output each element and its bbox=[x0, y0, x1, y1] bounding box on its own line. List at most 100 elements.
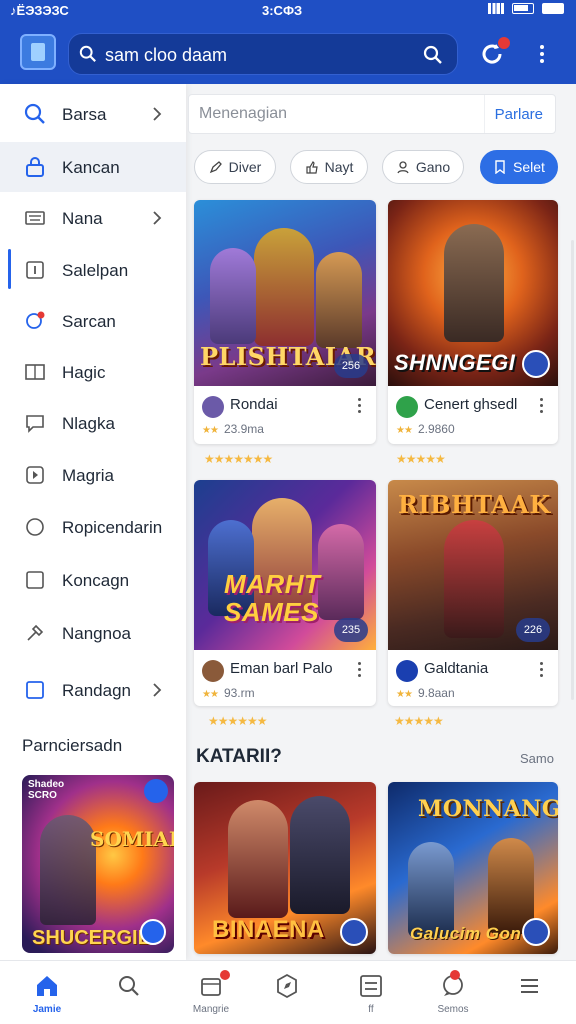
game-card[interactable]: RIBHTAAK 226 Galdtania ★★ 9.8aan bbox=[388, 480, 558, 706]
game-card[interactable]: BINAENA bbox=[194, 782, 376, 954]
keyboard-icon bbox=[25, 211, 45, 225]
sidebar-item-magria[interactable]: Magria bbox=[0, 450, 186, 500]
sidebar-item-sarcan[interactable]: Sarcan bbox=[0, 296, 186, 346]
lock-icon bbox=[26, 157, 44, 177]
signal-icon bbox=[488, 3, 504, 14]
count-badge: 226 bbox=[516, 618, 550, 642]
status-bar: ♪ЁЭЗЭЗС 3:СФЗ bbox=[0, 0, 576, 22]
card-rating: ★★ 9.8aan bbox=[396, 686, 455, 700]
app-logo-icon[interactable] bbox=[20, 34, 56, 70]
game-title: MARHT SAMES bbox=[224, 569, 321, 627]
home-icon bbox=[37, 976, 57, 996]
main-search-field[interactable]: Menenagian Parlare bbox=[188, 94, 556, 134]
nav-home[interactable]: Jamie bbox=[6, 961, 88, 1024]
sidebar-item-nangnoa[interactable]: Nangnoa bbox=[0, 608, 186, 658]
section-see-all-link[interactable]: Samo bbox=[520, 751, 554, 766]
game-title: SHNNGEGI bbox=[394, 350, 516, 375]
sidebar-item-label: Ropicendarin bbox=[62, 518, 163, 537]
sidebar-item-randagn[interactable]: Randagn bbox=[0, 665, 186, 715]
more-icon[interactable] bbox=[358, 662, 362, 678]
nav-mangrie[interactable]: Mangrie bbox=[170, 961, 252, 1024]
more-icon[interactable] bbox=[358, 398, 362, 414]
chip-nayt[interactable]: Nayt bbox=[290, 150, 368, 184]
chevron-right-icon bbox=[153, 683, 162, 697]
game-card[interactable]: MONNANG Galucim Gon bbox=[388, 782, 558, 954]
nav-list[interactable]: ff bbox=[330, 961, 412, 1024]
action-icon[interactable] bbox=[140, 919, 166, 945]
chip-label: Nayt bbox=[324, 159, 354, 175]
sidebar-item-kancan[interactable]: Kancan bbox=[0, 142, 186, 192]
sidebar-item-label: Randagn bbox=[62, 681, 132, 700]
chip-label: Diver bbox=[228, 159, 262, 175]
thumbs-up-icon bbox=[305, 161, 318, 174]
play-box-icon bbox=[26, 466, 44, 484]
search-submit-icon[interactable] bbox=[423, 45, 443, 65]
nav-semos[interactable]: Semos bbox=[412, 961, 494, 1024]
count-badge: 235 bbox=[334, 618, 368, 642]
card-name: Cenert ghsedl bbox=[424, 396, 518, 413]
more-icon[interactable] bbox=[540, 662, 544, 678]
chip-label: Selet bbox=[513, 159, 545, 175]
star-rating: ★★★★★ bbox=[394, 714, 444, 728]
action-icon[interactable] bbox=[522, 918, 550, 946]
notification-search-icon bbox=[26, 311, 45, 329]
sidebar-item-ropicendarin[interactable]: Ropicendarin bbox=[0, 502, 186, 552]
game-artwork: RIBHTAAK 226 bbox=[388, 480, 558, 650]
card-rating: ★★ 23.9ma bbox=[202, 422, 264, 436]
nav-search[interactable] bbox=[88, 961, 170, 1024]
promo-title-bottom: SHUCERGIE bbox=[32, 927, 151, 949]
status-time: 3:СФЗ bbox=[262, 3, 303, 18]
chat-icon bbox=[26, 415, 44, 433]
star-rating: ★★★★★★★ bbox=[204, 452, 273, 466]
game-artwork: MONNANG Galucim Gon bbox=[388, 782, 558, 954]
promo-game-card[interactable]: Shadeo SCRO SOMIALE SHUCERGIE bbox=[22, 775, 174, 953]
chip-selet[interactable]: Selet bbox=[480, 150, 558, 184]
search-icon bbox=[24, 103, 45, 124]
promo-tag: Shadeo SCRO bbox=[28, 779, 65, 801]
chevron-right-icon bbox=[153, 107, 162, 121]
battery-icon bbox=[512, 3, 534, 14]
game-title: MONNANG bbox=[418, 796, 558, 822]
tools-icon bbox=[27, 624, 44, 641]
sidebar-item-nlagka[interactable]: Nlagka bbox=[0, 398, 186, 448]
sidebar-item-barsa[interactable]: Barsa bbox=[0, 89, 186, 139]
notification-dot bbox=[498, 37, 510, 49]
avatar bbox=[202, 660, 224, 682]
search-button[interactable]: Parlare bbox=[495, 106, 543, 123]
sidebar-item-label: Hagic bbox=[62, 363, 106, 382]
sidebar-item-koncagn[interactable]: Koncagn bbox=[0, 555, 186, 605]
scrollbar[interactable] bbox=[571, 240, 574, 700]
nav-label: Mangrie bbox=[192, 1004, 230, 1015]
info-box-icon bbox=[26, 261, 44, 279]
sidebar-item-hagic[interactable]: Hagic bbox=[0, 347, 186, 397]
chip-diver[interactable]: Diver bbox=[194, 150, 276, 184]
promo-character bbox=[40, 815, 96, 925]
section-title: KATARII? bbox=[196, 746, 282, 767]
search-icon bbox=[79, 45, 96, 62]
action-icon[interactable] bbox=[522, 350, 550, 378]
avatar bbox=[396, 396, 418, 418]
game-artwork: PLISHTAIAR 256 bbox=[194, 200, 376, 386]
header-search-bar[interactable]: sam cloo daam bbox=[68, 33, 458, 75]
more-icon[interactable] bbox=[540, 398, 544, 414]
sidebar-item-label: Koncagn bbox=[62, 571, 130, 590]
game-title: BINAENA bbox=[212, 916, 325, 943]
game-card[interactable]: MARHT SAMES 235 Eman barl Palo ★★ 93.rm bbox=[194, 480, 376, 706]
avatar bbox=[396, 660, 418, 682]
game-subtitle: Galucim Gon bbox=[410, 924, 522, 943]
game-card[interactable]: PLISHTAIAR 256 Rondai ★★ 23.9ma bbox=[194, 200, 376, 444]
header-search-text: sam cloo daam bbox=[105, 45, 228, 65]
chip-gano[interactable]: Gano bbox=[382, 150, 464, 184]
action-icon[interactable] bbox=[340, 918, 368, 946]
square-blue-icon bbox=[26, 681, 44, 699]
card-meta: Cenert ghsedl ★★ 2.9860 bbox=[388, 386, 558, 444]
nav-compass[interactable] bbox=[246, 961, 328, 1024]
nav-menu[interactable] bbox=[488, 961, 570, 1024]
edit-icon[interactable] bbox=[144, 779, 168, 803]
game-card[interactable]: SHNNGEGI Cenert ghsedl ★★ 2.9860 bbox=[388, 200, 558, 444]
sidebar-item-nana[interactable]: Nana bbox=[0, 193, 186, 243]
sidebar-item-label: Nangnoa bbox=[62, 624, 132, 643]
more-menu-icon[interactable] bbox=[532, 42, 552, 66]
sidebar-item-salelpan[interactable]: Salelpan bbox=[0, 245, 186, 295]
active-indicator bbox=[8, 249, 11, 289]
